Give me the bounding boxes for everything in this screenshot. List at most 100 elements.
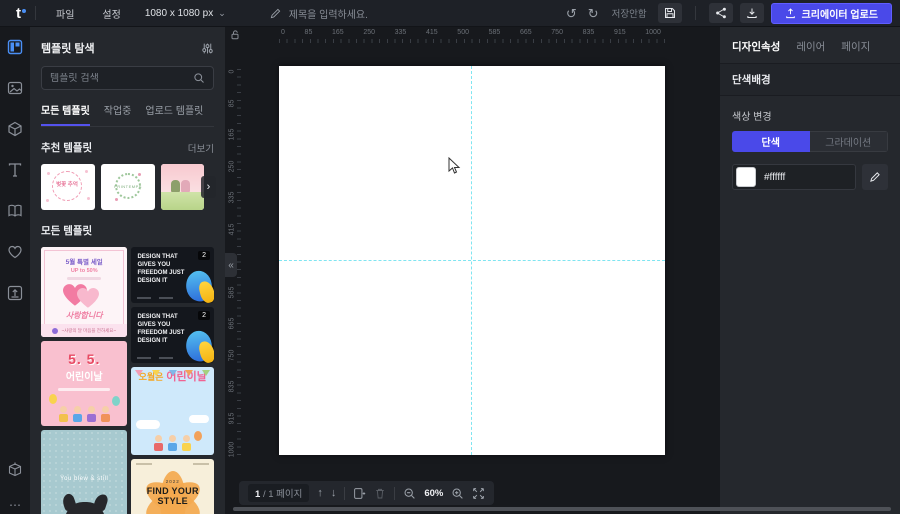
artboard[interactable]: [279, 66, 665, 455]
share-button[interactable]: [709, 3, 733, 23]
collapse-panel-button[interactable]: «: [225, 253, 237, 277]
page-up-button[interactable]: ↑: [317, 487, 323, 499]
color-row: [732, 164, 888, 190]
template-panel: 템플릿 탐색 모든 템플릿 작업중 업로드 템플릿 추천 템플릿 더보기: [30, 27, 225, 514]
card-text: You blew & still: [41, 476, 127, 482]
cloud-graphic: [189, 415, 209, 423]
images-icon[interactable]: [7, 80, 23, 96]
template-card-design[interactable]: DESIGN THAT GIVES YOU FREEDOM JUST DESIG…: [131, 307, 214, 363]
kids-illustration: [131, 435, 214, 451]
template-card-find-your-style[interactable]: 2022 FIND YOUR STYLE ––– –––: [131, 459, 214, 514]
all-templates-title: 모든 템플릿: [41, 223, 92, 238]
zoom-level[interactable]: 60%: [424, 488, 443, 499]
tab-design-properties[interactable]: 디자인속성: [732, 39, 780, 54]
template-thumbnail[interactable]: [161, 164, 204, 210]
template-tabs: 모든 템플릿 작업중 업로드 템플릿: [41, 102, 214, 127]
hex-input[interactable]: [764, 172, 834, 183]
menu-settings[interactable]: 설정: [88, 6, 134, 21]
template-card-hearts[interactable]: 5월 특별 세일 UP to 50% 사랑합니다 ~사랑의 달 마음을 전하세요…: [41, 247, 127, 337]
divider: [695, 6, 696, 20]
template-search[interactable]: [41, 66, 214, 90]
horizontal-scrollbar[interactable]: [233, 507, 891, 511]
decorative-bar: [67, 277, 101, 280]
save-status: 저장안함: [612, 6, 647, 20]
save-button[interactable]: [658, 3, 682, 23]
recommended-title: 추천 템플릿: [41, 140, 92, 155]
tab-pages[interactable]: 페이지: [841, 39, 870, 54]
page-count-badge: 2: [198, 311, 210, 320]
template-thumbnail[interactable]: 벚꽃 추억: [41, 164, 95, 210]
add-page-button[interactable]: [353, 487, 366, 500]
ruler-ticks: [237, 66, 241, 455]
next-recommended-button[interactable]: ›: [201, 176, 216, 198]
floppy-icon: [664, 7, 676, 19]
balloon-graphic: [49, 394, 57, 404]
canvas-workspace[interactable]: 0851652503354155005856657508359151000 08…: [225, 27, 720, 514]
title-input[interactable]: 제목을 입력하세요.: [270, 6, 368, 21]
hearts-graphic: [41, 282, 127, 312]
see-more-link[interactable]: 더보기: [188, 141, 214, 155]
zoom-in-button[interactable]: [451, 487, 464, 500]
topbar-actions: ↺ ↻ 저장안함 크리에이터 업로드: [564, 3, 892, 24]
text-icon[interactable]: [7, 162, 23, 178]
title-placeholder: 제목을 입력하세요.: [289, 6, 368, 21]
undo-icon[interactable]: ↺: [564, 7, 579, 20]
app-logo[interactable]: t: [8, 5, 29, 22]
favorites-icon[interactable]: [7, 244, 23, 260]
tab-in-progress[interactable]: 작업중: [104, 102, 132, 126]
collapse-icon: «: [228, 260, 234, 271]
cloud-graphic: [136, 420, 160, 429]
balloon-graphic: [112, 396, 120, 406]
canvas-toolbar: 1 / 1 페이지 ↑ ↓ 60%: [239, 481, 494, 505]
gradient-option[interactable]: 그라데이션: [810, 131, 889, 152]
elements-icon[interactable]: [7, 121, 23, 137]
fit-screen-button[interactable]: [472, 487, 485, 500]
zoom-out-button[interactable]: [403, 487, 416, 500]
tab-all-templates[interactable]: 모든 템플릿: [41, 102, 90, 126]
design-editor-app: t 파일 설정 1080 x 1080 px ⌄ 제목을 입력하세요. ↺ ↻ …: [0, 0, 900, 514]
flower-icon: [52, 328, 58, 334]
color-picker-button[interactable]: [862, 164, 888, 190]
topbar: t 파일 설정 1080 x 1080 px ⌄ 제목을 입력하세요. ↺ ↻ …: [0, 0, 900, 27]
thumbnail-label: PRINTEMPS: [101, 184, 155, 189]
more-icon[interactable]: ⋯: [9, 502, 21, 508]
section-solid-background: 단색배경: [720, 63, 900, 96]
template-thumbnail[interactable]: PRINTEMPS: [101, 164, 155, 210]
bunting-graphic: [135, 370, 210, 376]
template-card-childrens-day-pink[interactable]: 5. 5. 어린이날: [41, 341, 127, 426]
templates-icon[interactable]: [7, 39, 23, 55]
filter-icon[interactable]: [201, 42, 214, 55]
menu-file[interactable]: 파일: [42, 6, 88, 21]
solid-option[interactable]: 단색: [732, 131, 810, 152]
dog-illustration: [65, 502, 105, 514]
guide-line-horizontal[interactable]: [279, 260, 665, 261]
my-uploads-icon[interactable]: [7, 285, 23, 301]
template-card-dog[interactable]: You blew & still: [41, 430, 127, 514]
redo-icon[interactable]: ↻: [586, 7, 601, 20]
credit-marks: [131, 459, 214, 465]
pages-icon[interactable]: [7, 203, 23, 219]
template-card-design[interactable]: DESIGN THAT GIVES YOU FREEDOM JUST DESIG…: [131, 247, 214, 303]
creator-upload-button[interactable]: 크리에이터 업로드: [771, 3, 892, 24]
color-swatch[interactable]: [736, 167, 756, 187]
download-button[interactable]: [740, 3, 764, 23]
package-icon[interactable]: [7, 461, 23, 477]
template-grid: 5월 특별 세일 UP to 50% 사랑합니다 ~사랑의 달 마음을 전하세요…: [41, 247, 214, 514]
card-year: 2022: [131, 479, 214, 484]
delete-page-button[interactable]: [374, 487, 386, 500]
guide-lock-icon[interactable]: [229, 29, 241, 41]
divider: [35, 6, 36, 20]
page-down-button[interactable]: ↓: [331, 487, 337, 499]
template-card-childrens-day-blue[interactable]: 오월은어린이날: [131, 367, 214, 455]
tab-layers[interactable]: 레이어: [796, 39, 825, 54]
hex-input-box[interactable]: [732, 164, 856, 190]
tab-uploaded[interactable]: 업로드 템플릿: [145, 102, 203, 126]
pen-icon: [869, 171, 881, 183]
chevron-right-icon: ›: [207, 181, 211, 193]
credit-marks: [137, 297, 173, 299]
kids-illustration: [41, 406, 127, 422]
download-icon: [746, 7, 758, 19]
divider: [344, 487, 345, 500]
search-input[interactable]: [50, 73, 187, 84]
canvas-size-dropdown[interactable]: 1080 x 1080 px ⌄: [135, 8, 236, 19]
